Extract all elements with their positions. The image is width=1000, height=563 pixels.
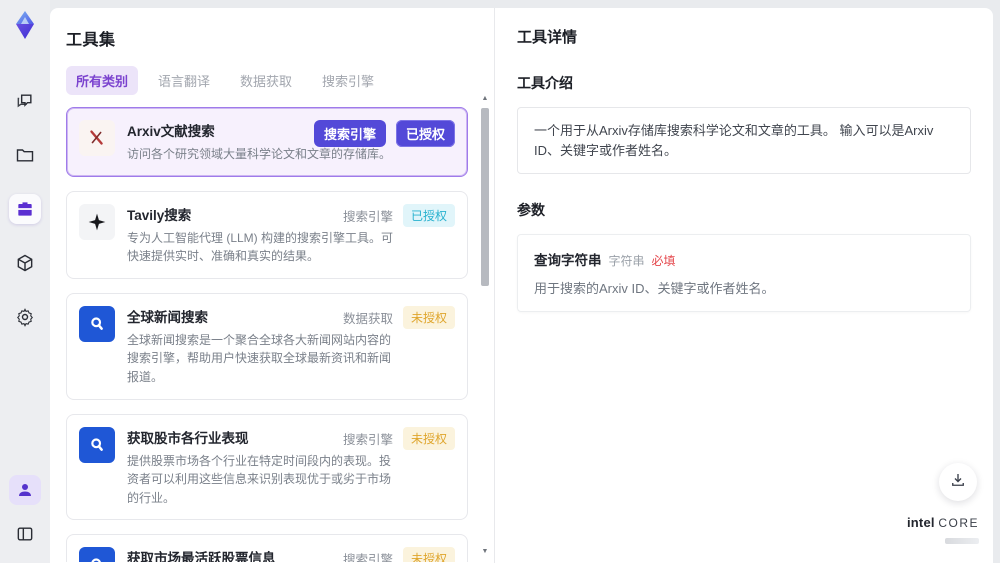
- tool-auth-badge: 已授权: [395, 120, 455, 147]
- tool-description: 专为人工智能代理 (LLM) 构建的搜索引擎工具。可快速提供实时、准确和真实的结…: [127, 230, 394, 264]
- arxiv-x-icon: [79, 120, 115, 156]
- tool-card[interactable]: 全球新闻搜索 全球新闻搜索是一个聚合全球各大新闻网站内容的搜索引擎，帮助用户快速…: [66, 292, 468, 400]
- intel-core-logo: intel core: [907, 514, 979, 549]
- tool-description: 提供股票市场各个行业在特定时间段内的表现。投资者可以利用这些信息来识别表现优于或…: [127, 453, 392, 505]
- content-shell: 工具集 所有类别 语言翻译 数据获取 搜索引擎 Arxiv文献搜索 访问各个研究…: [50, 8, 993, 563]
- left-rail: [0, 0, 50, 563]
- params-heading: 参数: [517, 202, 545, 218]
- tool-category-badge: 数据获取: [342, 311, 393, 326]
- tool-list: Arxiv文献搜索 访问各个研究领域大量科学论文和文章的存储库。 搜索引擎 已授…: [66, 107, 494, 562]
- user-icon: [16, 481, 34, 499]
- intro-text: 一个用于从Arxiv存储库搜索科学论文和文章的工具。 输入可以是Arxiv ID…: [517, 107, 971, 174]
- tool-badges: 搜索引擎 已授权: [342, 203, 455, 227]
- tool-description: 全球新闻搜索是一个聚合全球各大新闻网站内容的搜索引擎，帮助用户快速获取全球最新资…: [127, 332, 392, 384]
- tool-detail-pane: 工具详情 工具介绍 一个用于从Arxiv存储库搜索科学论文和文章的工具。 输入可…: [495, 8, 993, 563]
- app-logo-icon: [16, 11, 34, 39]
- tool-card[interactable]: Arxiv文献搜索 访问各个研究领域大量科学论文和文章的存储库。 搜索引擎 已授…: [66, 107, 468, 177]
- sidebar-item-account[interactable]: [9, 475, 41, 505]
- tool-auth-badge: 未授权: [402, 305, 455, 329]
- scrollbar-track[interactable]: [481, 104, 489, 547]
- download-icon: [949, 471, 967, 494]
- sidebar-item-settings[interactable]: [9, 302, 41, 332]
- tool-category-badge: 搜索引擎: [342, 432, 393, 447]
- param-type: 字符串: [608, 254, 645, 268]
- scrollbar-thumb[interactable]: [481, 108, 489, 286]
- brand-primary: intel: [906, 514, 935, 530]
- tab-all-categories[interactable]: 所有类别: [66, 66, 139, 95]
- param-required-badge: 必填: [651, 254, 676, 268]
- tool-auth-badge: 未授权: [402, 547, 455, 562]
- tool-category-badge: 搜索引擎: [342, 553, 393, 562]
- cube-icon: [15, 253, 35, 273]
- sidebar-item-chat[interactable]: [9, 86, 41, 116]
- scroll-up-icon[interactable]: ▲: [482, 94, 489, 104]
- tool-category-badge: 搜索引擎: [342, 209, 393, 224]
- tavily-star-icon: [79, 203, 115, 240]
- gear-icon: [15, 307, 35, 327]
- panel-toggle-icon: [15, 524, 35, 544]
- tool-card[interactable]: Tavily搜索 专为人工智能代理 (LLM) 构建的搜索引擎工具。可快速提供实…: [66, 190, 468, 279]
- detail-title: 工具详情: [517, 29, 578, 46]
- rail-nav: [9, 86, 41, 332]
- sidebar-item-files[interactable]: [9, 140, 41, 170]
- app-root: 工具集 所有类别 语言翻译 数据获取 搜索引擎 Arxiv文献搜索 访问各个研究…: [0, 0, 1000, 563]
- download-button[interactable]: [939, 463, 977, 501]
- tool-badges: 搜索引擎 已授权: [313, 120, 455, 147]
- scrollbar[interactable]: ▲ ▼: [479, 94, 491, 557]
- sidebar-item-panel-toggle[interactable]: [9, 519, 41, 549]
- rail-bottom: [9, 475, 41, 549]
- tool-badges: 搜索引擎 未授权: [342, 426, 455, 450]
- tool-auth-badge: 已授权: [402, 203, 455, 227]
- magnifier-icon: [79, 426, 115, 463]
- param-description: 用于搜索的Arxiv ID、关键字或作者姓名。: [534, 281, 775, 296]
- tab-search-engine[interactable]: 搜索引擎: [312, 66, 384, 95]
- tool-badges: 搜索引擎 未授权: [343, 547, 455, 562]
- tool-category-badge: 搜索引擎: [313, 120, 386, 147]
- sidebar-item-tools[interactable]: [9, 194, 41, 224]
- param-head: 查询字符串 字符串 必填: [534, 249, 954, 269]
- tool-list-pane: 工具集 所有类别 语言翻译 数据获取 搜索引擎 Arxiv文献搜索 访问各个研究…: [50, 8, 495, 563]
- tab-translation[interactable]: 语言翻译: [148, 66, 220, 95]
- tool-badges: 数据获取 未授权: [342, 305, 455, 329]
- toolbox-icon: [15, 199, 35, 219]
- intro-heading: 工具介绍: [517, 75, 573, 91]
- magnifier-icon: [79, 305, 115, 342]
- brand-secondary: core: [938, 515, 979, 530]
- param-name: 查询字符串: [534, 253, 602, 268]
- tool-description: 访问各个研究领域大量科学论文和文章的存储库。: [127, 147, 392, 161]
- tool-card[interactable]: 获取股市各行业表现 提供股票市场各个行业在特定时间段内的表现。投资者可以利用这些…: [66, 413, 468, 521]
- tab-data-fetch[interactable]: 数据获取: [230, 66, 302, 95]
- folder-icon: [15, 145, 35, 165]
- sidebar-item-plugins[interactable]: [9, 248, 41, 278]
- category-tabs: 所有类别 语言翻译 数据获取 搜索引擎: [66, 66, 494, 95]
- page-title: 工具集: [66, 32, 116, 49]
- param-item: 查询字符串 字符串 必填 用于搜索的Arxiv ID、关键字或作者姓名。: [517, 234, 971, 312]
- magnifier-icon: [79, 547, 115, 562]
- brand-bar: [945, 538, 979, 545]
- tool-auth-badge: 未授权: [402, 426, 455, 450]
- chat-icon: [15, 91, 35, 111]
- tool-card[interactable]: 获取市场最活跃股票信息 提供当天交易量最高的股票列表。投资者可以利用这些信息来识…: [66, 534, 468, 562]
- scroll-down-icon[interactable]: ▼: [482, 547, 489, 557]
